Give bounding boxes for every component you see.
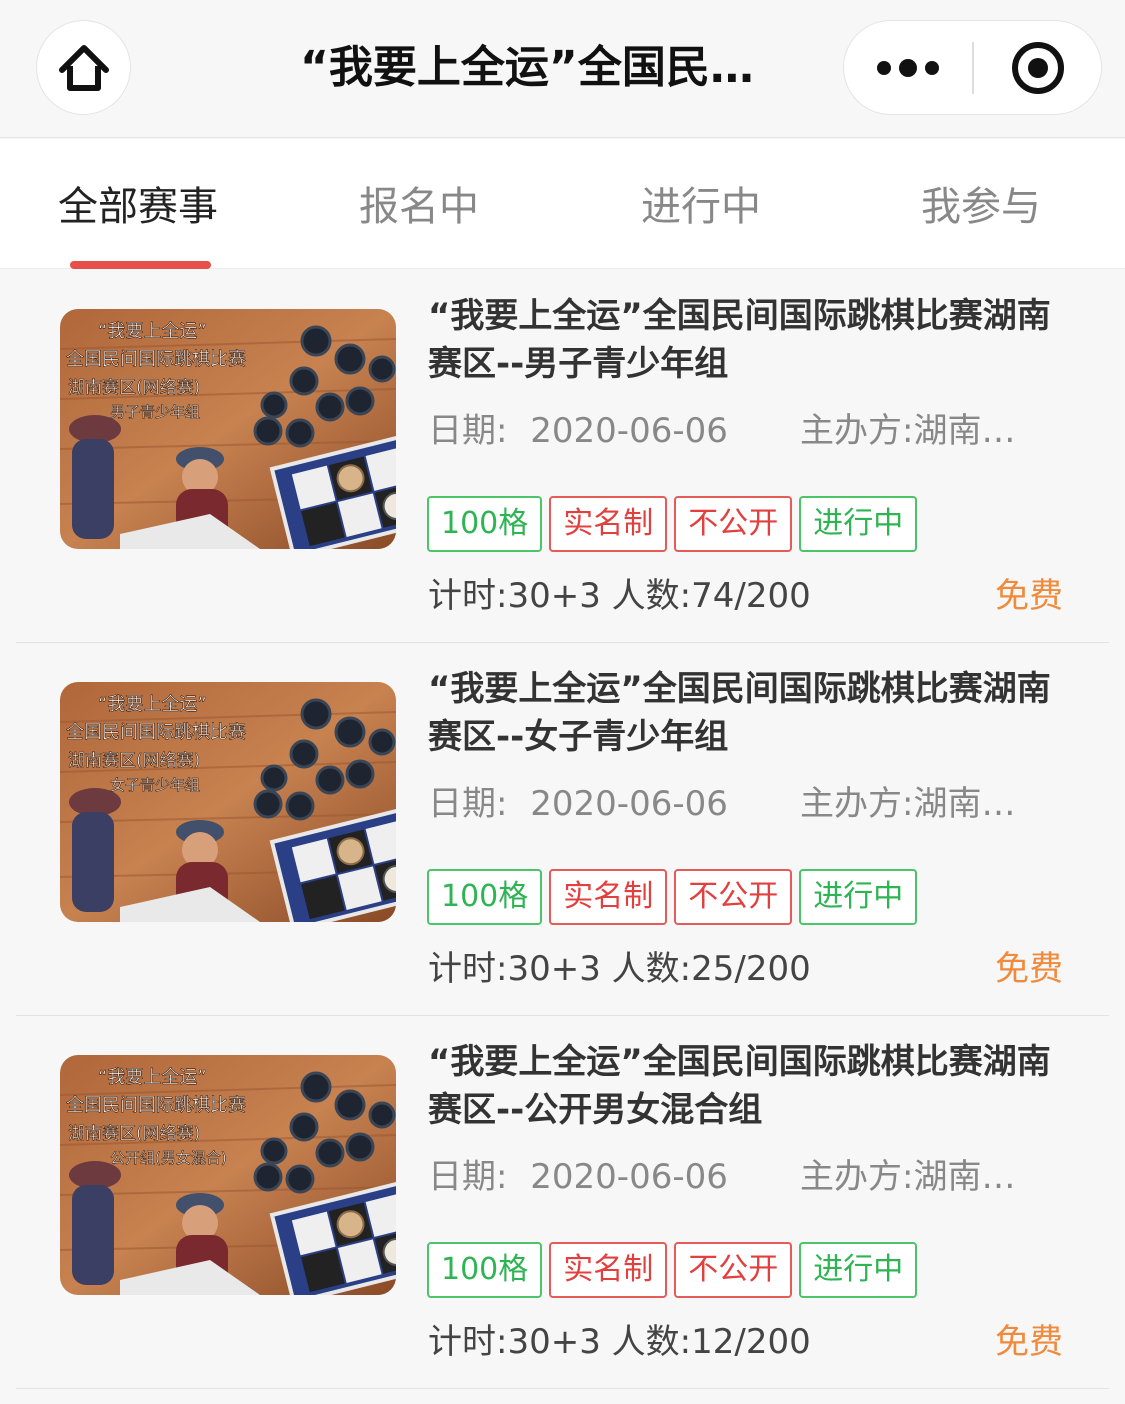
tag-board-size: 100格 bbox=[427, 869, 543, 925]
organizer: 主办方:湖南… bbox=[800, 407, 1050, 455]
event-info: 计时:30+3 人数:74/200 bbox=[428, 576, 811, 616]
event-date: 2020-06-06 bbox=[530, 784, 728, 824]
target-circle-icon bbox=[1011, 41, 1064, 94]
event-title[interactable]: “我要上全运”全国民间国际跳棋比赛湖南赛区--女子青少年组 bbox=[428, 665, 1068, 761]
divider bbox=[16, 1388, 1109, 1389]
close-button[interactable] bbox=[974, 21, 1101, 114]
event-card[interactable]: “我要上全运” 全国民间国际跳棋比赛 湖南赛区(网络赛) 男子青少年组 “我要上… bbox=[0, 270, 1125, 643]
home-icon bbox=[58, 44, 109, 91]
poster-text: 全国民间国际跳棋比赛 bbox=[66, 349, 246, 370]
organizer-name: 湖南… bbox=[913, 784, 1016, 824]
tag-status: 进行中 bbox=[799, 1242, 918, 1298]
tag-private: 不公开 bbox=[674, 496, 793, 552]
tab-my-participation[interactable]: 我参与 bbox=[921, 179, 1041, 235]
tab-registering[interactable]: 报名中 bbox=[359, 179, 479, 235]
poster-text: 湖南赛区(网络赛) bbox=[68, 1123, 200, 1144]
tag-real-name: 实名制 bbox=[549, 869, 668, 925]
tag-status: 进行中 bbox=[799, 869, 918, 925]
tag-board-size: 100格 bbox=[427, 1242, 543, 1298]
organizer-name: 湖南… bbox=[913, 411, 1016, 451]
date-label: 日期: bbox=[428, 784, 508, 824]
event-title[interactable]: “我要上全运”全国民间国际跳棋比赛湖南赛区--公开男女混合组 bbox=[428, 1038, 1068, 1134]
event-price: 免费 bbox=[995, 949, 1063, 989]
event-list: “我要上全运” 全国民间国际跳棋比赛 湖南赛区(网络赛) 男子青少年组 “我要上… bbox=[0, 270, 1125, 1389]
poster-text: “我要上全运” bbox=[98, 694, 207, 715]
tag-status: 进行中 bbox=[799, 496, 918, 552]
poster-text: “我要上全运” bbox=[98, 321, 207, 342]
date-label: 日期: bbox=[428, 411, 508, 451]
poster-text: “我要上全运” bbox=[98, 1067, 207, 1088]
menu-capsule bbox=[843, 20, 1102, 115]
tag-private: 不公开 bbox=[674, 1242, 793, 1298]
event-tags: 100格 实名制 不公开 进行中 bbox=[427, 496, 918, 552]
event-title[interactable]: “我要上全运”全国民间国际跳棋比赛湖南赛区--男子青少年组 bbox=[428, 292, 1068, 388]
more-button[interactable] bbox=[844, 21, 972, 114]
event-card[interactable]: “我要上全运” 全国民间国际跳棋比赛 湖南赛区(网络赛) 公开组(男女混合) “… bbox=[0, 1016, 1125, 1389]
page-title: “我要上全运”全国民… bbox=[300, 42, 754, 93]
organizer-label: 主办方: bbox=[800, 784, 914, 824]
navigation-bar: “我要上全运”全国民… bbox=[0, 0, 1125, 138]
event-poster-image[interactable]: “我要上全运” 全国民间国际跳棋比赛 湖南赛区(网络赛) 公开组(男女混合) bbox=[60, 1055, 396, 1295]
event-date: 2020-06-06 bbox=[530, 1157, 728, 1197]
event-price: 免费 bbox=[995, 1322, 1063, 1362]
event-meta: 日期: 2020-06-06 主办方:湖南… bbox=[428, 1153, 1058, 1201]
organizer: 主办方:湖南… bbox=[800, 780, 1050, 828]
event-info: 计时:30+3 人数:25/200 bbox=[428, 949, 811, 989]
poster-text: 全国民间国际跳棋比赛 bbox=[66, 722, 246, 743]
poster-text: 公开组(男女混合) bbox=[110, 1149, 227, 1167]
organizer-label: 主办方: bbox=[800, 411, 914, 451]
event-price: 免费 bbox=[995, 576, 1063, 616]
tag-real-name: 实名制 bbox=[549, 496, 668, 552]
organizer-label: 主办方: bbox=[800, 1157, 914, 1197]
organizer-name: 湖南… bbox=[913, 1157, 1016, 1197]
tag-real-name: 实名制 bbox=[549, 1242, 668, 1298]
poster-text: 全国民间国际跳棋比赛 bbox=[66, 1095, 246, 1116]
tab-in-progress[interactable]: 进行中 bbox=[641, 179, 761, 235]
event-date: 2020-06-06 bbox=[530, 411, 728, 451]
tab-all-events[interactable]: 全部赛事 bbox=[58, 179, 218, 235]
poster-text: 湖南赛区(网络赛) bbox=[68, 377, 200, 398]
event-meta: 日期: 2020-06-06 主办方:湖南… bbox=[428, 407, 1058, 455]
tab-bar: 全部赛事 报名中 进行中 我参与 bbox=[0, 139, 1125, 269]
event-tags: 100格 实名制 不公开 进行中 bbox=[427, 869, 918, 925]
tag-private: 不公开 bbox=[674, 869, 793, 925]
date-label: 日期: bbox=[428, 1157, 508, 1197]
event-tags: 100格 实名制 不公开 进行中 bbox=[427, 1242, 918, 1298]
event-poster-image[interactable]: “我要上全运” 全国民间国际跳棋比赛 湖南赛区(网络赛) 女子青少年组 bbox=[60, 682, 396, 922]
home-button[interactable] bbox=[36, 20, 131, 115]
poster-text: 男子青少年组 bbox=[110, 403, 200, 421]
event-info: 计时:30+3 人数:12/200 bbox=[428, 1322, 811, 1362]
poster-text: 湖南赛区(网络赛) bbox=[68, 750, 200, 771]
organizer: 主办方:湖南… bbox=[800, 1153, 1050, 1201]
event-meta: 日期: 2020-06-06 主办方:湖南… bbox=[428, 780, 1058, 828]
poster-text: 女子青少年组 bbox=[110, 776, 200, 794]
active-tab-indicator bbox=[70, 261, 211, 269]
event-poster-image[interactable]: “我要上全运” 全国民间国际跳棋比赛 湖南赛区(网络赛) 男子青少年组 bbox=[60, 309, 396, 549]
more-dots-icon bbox=[877, 58, 939, 77]
tag-board-size: 100格 bbox=[427, 496, 543, 552]
event-card[interactable]: “我要上全运” 全国民间国际跳棋比赛 湖南赛区(网络赛) 女子青少年组 “我要上… bbox=[0, 643, 1125, 1016]
